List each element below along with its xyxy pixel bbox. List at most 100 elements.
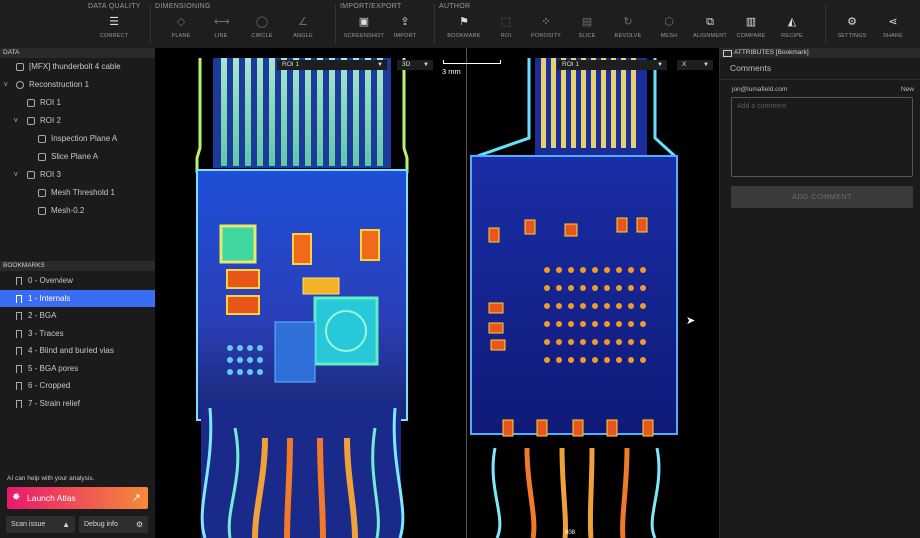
mesh-icon: ⬡ <box>664 16 674 28</box>
tree-item[interactable]: Mesh Threshold 1 <box>0 184 155 202</box>
left-panel: DATA [MFX] thunderbolt 4 cable v Reconst… <box>0 48 156 538</box>
scale-bar <box>443 60 501 64</box>
tree-item[interactable]: v Reconstruction 1 <box>0 76 155 94</box>
bookmark-icon <box>16 277 22 285</box>
bookmark-icon <box>16 347 22 355</box>
reconstruction-icon <box>16 81 24 89</box>
arrow-up-right-icon: ↗ <box>131 492 141 504</box>
right-roi-select[interactable]: ROI 1 ▼ <box>557 60 667 70</box>
tree-item[interactable]: ROI 1 <box>0 94 155 112</box>
comment-input[interactable] <box>731 97 913 177</box>
revolve-button[interactable]: ↻ REVOLVE <box>606 12 650 46</box>
bookmark-item[interactable]: 6 - Cropped <box>0 377 155 395</box>
warning-icon: ▲ <box>62 520 70 529</box>
ct-3d-render[interactable] <box>155 48 465 538</box>
top-toolbar: DATA QUALITY ☰ CORRECT DIMENSIONING ◇ PL… <box>0 0 920 49</box>
revolve-icon: ↻ <box>623 16 633 28</box>
circle-button[interactable]: ◯ CIRCLE <box>240 12 284 46</box>
circle-icon: ◯ <box>255 16 269 28</box>
plane-button[interactable]: ◇ PLANE <box>159 12 203 46</box>
mesh-button[interactable]: ⬡ MESH <box>647 12 691 46</box>
chevron-down-icon[interactable]: v <box>4 76 8 94</box>
new-label: New <box>900 86 914 93</box>
bookmark-button[interactable]: ⚑ BOOKMARK <box>442 12 486 46</box>
debug-info-button[interactable]: Debug info ⚙ <box>79 516 148 533</box>
tree-item[interactable]: Mesh-0.2 <box>0 202 155 220</box>
slice-cable-leads <box>491 447 661 538</box>
bookmark-item[interactable]: 4 - Blind and buried vias <box>0 342 155 360</box>
porosity-icon: ⁘ <box>541 16 551 28</box>
bookmark-icon <box>16 329 22 338</box>
data-section-header: DATA <box>0 48 155 58</box>
bookmark-item[interactable]: 5 - BGA pores <box>0 360 155 378</box>
toolbar-group-import-export: IMPORT/EXPORT ▣ SCREENSHOT ⇪ IMPORT <box>336 0 434 48</box>
alignment-button[interactable]: ⧉ ALIGNMENT <box>688 12 732 46</box>
line-button[interactable]: ⟷ LINE <box>199 12 243 46</box>
porosity-button[interactable]: ⁘ POROSITY <box>524 12 568 46</box>
tree-item[interactable]: Slice Plane A <box>0 148 155 166</box>
bookmark-icon <box>16 294 22 303</box>
share-icon: ⋖ <box>888 16 898 28</box>
mesh-threshold-icon <box>38 189 46 197</box>
tree-item[interactable]: Inspection Plane A <box>0 130 155 148</box>
connector-pins <box>195 58 409 173</box>
roi-icon <box>27 117 35 125</box>
scan-issue-button[interactable]: Scan issue ▲ <box>6 516 75 533</box>
compare-button[interactable]: ▥ COMPARE <box>729 12 773 46</box>
angle-icon: ∠ <box>298 16 308 28</box>
plane-icon <box>38 135 46 143</box>
angle-button[interactable]: ∠ ANGLE <box>281 12 325 46</box>
launch-atlas-button[interactable]: ✸ Launch Atlas ↗ <box>7 487 148 509</box>
slice-axis-select[interactable]: X ▼ <box>677 60 713 70</box>
chevron-down-icon[interactable]: v <box>14 112 18 130</box>
bar-chart-icon: ▥ <box>745 16 757 28</box>
chevron-down-icon: ▼ <box>657 62 663 68</box>
sliders-icon: ☰ <box>109 16 119 28</box>
recipe-icon: ◭ <box>787 16 797 28</box>
gear-icon: ⚙ <box>847 16 857 28</box>
slice-board <box>470 155 678 437</box>
add-comment-button[interactable]: ADD COMMENT <box>731 186 913 208</box>
attributes-panel: ATTRIBUTES [Bookmark] Comments jon@lumaf… <box>719 48 920 538</box>
bookmark-item[interactable]: 3 - Traces <box>0 325 155 343</box>
correct-button[interactable]: ☰ CORRECT <box>92 12 136 46</box>
roi-icon <box>27 99 35 107</box>
ct-slice-render[interactable] <box>467 48 719 538</box>
tree-item[interactable]: v ROI 2 <box>0 112 155 130</box>
divider <box>720 79 920 80</box>
import-button[interactable]: ⇪ IMPORT <box>383 12 427 46</box>
comments-title: Comments <box>730 63 772 73</box>
attributes-header: ATTRIBUTES [Bookmark] <box>720 48 920 58</box>
toolbar-group-author: AUTHOR ⚑ BOOKMARK ⬚ ROI ⁘ POROSITY ▤ SLI… <box>435 0 825 48</box>
bookmark-item[interactable]: 7 - Strain relief <box>0 395 155 413</box>
chevron-down-icon[interactable]: v <box>14 166 18 184</box>
line-icon: ⟷ <box>214 16 230 28</box>
mesh-icon <box>38 207 46 215</box>
roi-icon <box>27 171 35 179</box>
toolbar-group-label: IMPORT/EXPORT <box>340 3 402 10</box>
viewport[interactable]: ROI 1 ▼ 3D ▼ ROI 1 ▼ X ▼ 3 mm ➤ 808 <box>155 48 719 538</box>
mouse-cursor-icon: ➤ <box>686 315 696 327</box>
roi-button[interactable]: ⬚ ROI <box>484 12 528 46</box>
bookmark-icon: ⚑ <box>459 16 469 28</box>
slice-icon <box>38 153 46 161</box>
settings-button[interactable]: ⚙ SETTINGS <box>830 12 874 46</box>
share-button[interactable]: ⋖ SHARE <box>871 12 915 46</box>
screenshot-button[interactable]: ▣ SCREENSHOT <box>342 12 386 46</box>
left-roi-select[interactable]: ROI 1 ▼ <box>277 60 387 70</box>
bookmark-item[interactable]: 2 - BGA <box>0 307 155 325</box>
slice-button[interactable]: ▤ SLICE <box>565 12 609 46</box>
bookmark-item-selected[interactable]: 1 - Internals <box>0 289 155 307</box>
toolbar-group-label: AUTHOR <box>439 3 471 10</box>
view-mode-select[interactable]: 3D ▼ <box>397 60 433 70</box>
slice-icon: ▤ <box>581 16 593 28</box>
toolbar-group-dimensioning: DIMENSIONING ◇ PLANE ⟷ LINE ◯ CIRCLE ∠ A… <box>151 0 335 48</box>
bookmark-item[interactable]: 0 - Overview <box>0 272 155 290</box>
tree-item[interactable]: v ROI 3 <box>0 166 155 184</box>
slice-index-badge: 808 <box>565 530 576 536</box>
cable-leads <box>200 400 405 538</box>
tree-item[interactable]: [MFX] thunderbolt 4 cable <box>0 58 155 76</box>
pcb-board <box>196 169 408 421</box>
plane-icon: ◇ <box>176 16 186 28</box>
recipe-button[interactable]: ◭ RECIPE <box>770 12 814 46</box>
